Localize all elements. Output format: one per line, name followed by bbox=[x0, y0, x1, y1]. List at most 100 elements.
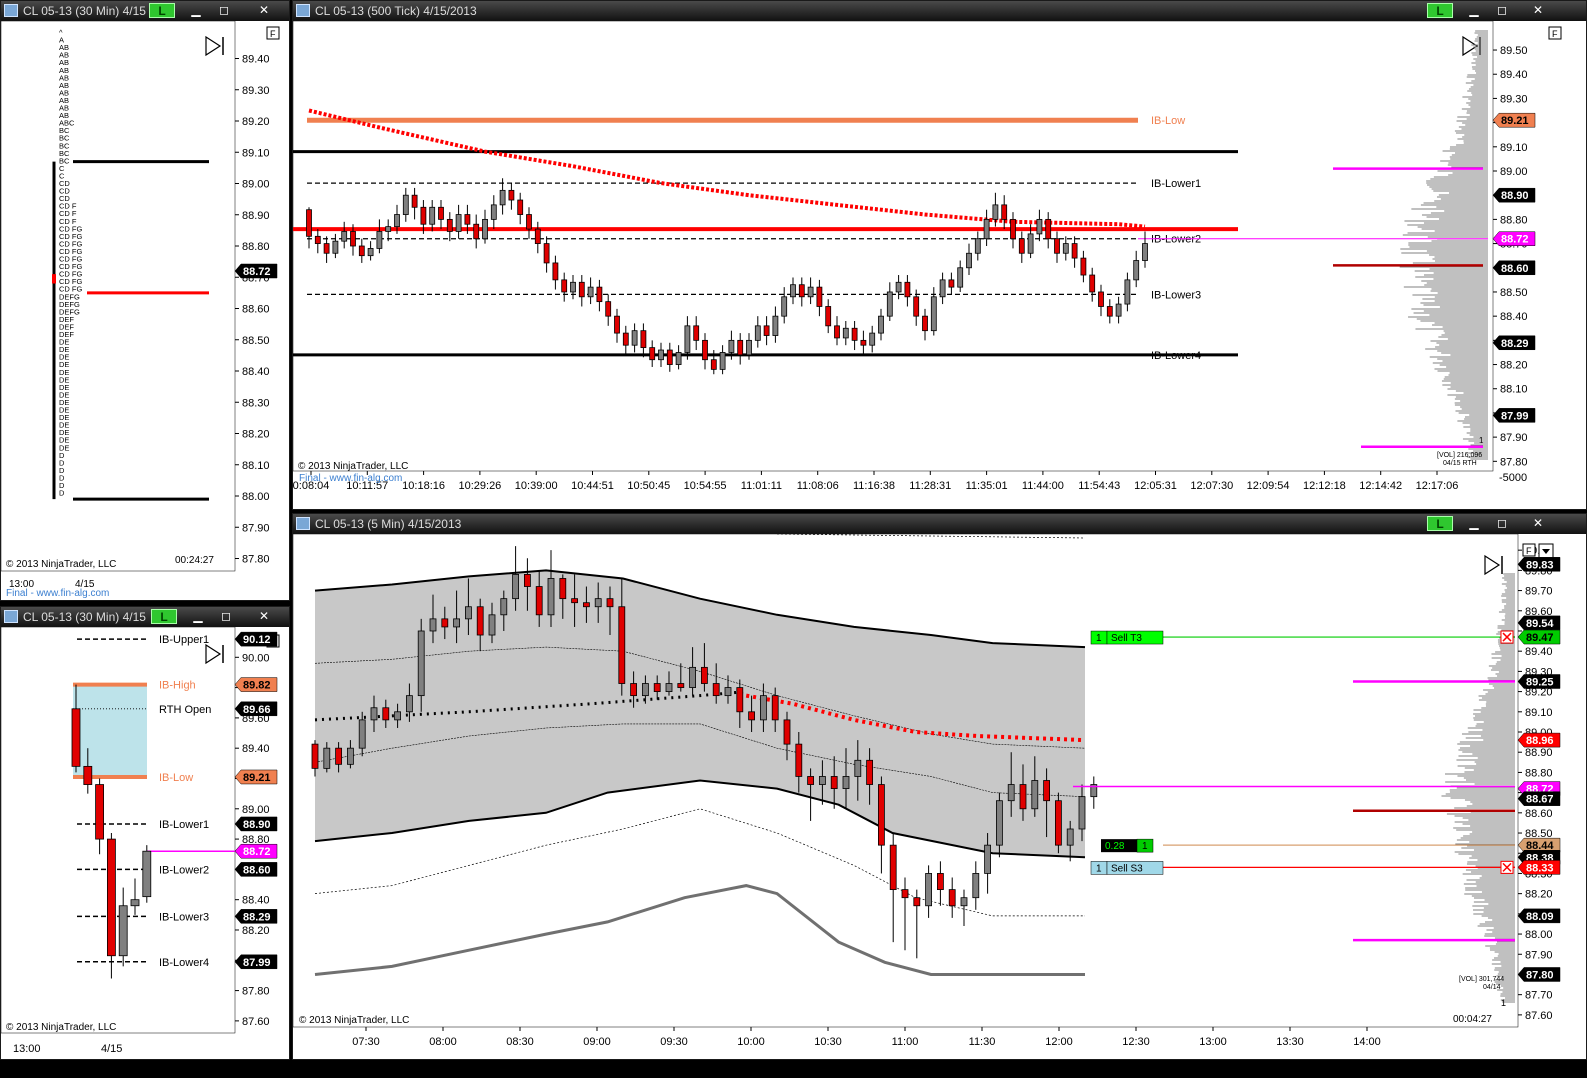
candle bbox=[429, 618, 437, 632]
candle bbox=[582, 602, 590, 608]
window-title: CL 05-13 (30 Min) 4/15 bbox=[23, 610, 146, 624]
small-chart-window: CL 05-13 (30 Min) 4/15 L ▁ ◻ ✕ 90.0089.8… bbox=[0, 606, 290, 1060]
level-label: RTH Open bbox=[159, 704, 211, 716]
candle bbox=[972, 873, 980, 899]
maximize-button[interactable]: ◻ bbox=[213, 609, 239, 624]
x-axis-label: 11:00 bbox=[892, 1036, 919, 1048]
candle bbox=[904, 281, 911, 298]
candle bbox=[547, 578, 555, 616]
five-min-chart[interactable]: 89.9089.8089.7089.6089.5089.4089.3089.20… bbox=[293, 534, 1586, 1059]
plot-area bbox=[1, 21, 236, 572]
volume-count: 1 bbox=[1479, 436, 1484, 445]
y-axis-label: 89.40 bbox=[242, 54, 270, 66]
price-tag-label: 88.90 bbox=[243, 819, 271, 831]
candle bbox=[719, 352, 726, 370]
y-axis-label: 87.90 bbox=[1525, 949, 1553, 961]
minimize-button[interactable]: ▁ bbox=[185, 609, 211, 624]
candle bbox=[992, 204, 999, 220]
link-button[interactable]: L bbox=[1427, 3, 1453, 18]
candle bbox=[464, 214, 471, 225]
candle bbox=[323, 747, 331, 769]
price-tag-label: 88.96 bbox=[1526, 735, 1554, 747]
candle bbox=[622, 332, 629, 346]
candle bbox=[689, 666, 697, 688]
candle bbox=[394, 711, 401, 721]
maximize-button[interactable]: ◻ bbox=[211, 3, 237, 18]
y-axis-label: 89.30 bbox=[1500, 93, 1528, 105]
minimize-button[interactable]: ▁ bbox=[1461, 516, 1487, 531]
level-label: IB-Lower2 bbox=[159, 864, 209, 876]
chart-window-icon bbox=[4, 4, 18, 17]
level-label: IB-Lower4 bbox=[159, 957, 209, 969]
x-axis-label: 10:39:00 bbox=[515, 480, 558, 492]
link-button[interactable]: L bbox=[151, 609, 177, 624]
candle bbox=[1071, 243, 1078, 259]
title-bar[interactable]: CL 05-13 (30 Min) 4/15 L ▁ ◻ ✕ bbox=[1, 607, 289, 627]
candle bbox=[816, 286, 823, 307]
candle bbox=[534, 228, 541, 244]
y-axis-label: 87.90 bbox=[242, 522, 270, 534]
x-axis-label: 4/15 bbox=[101, 1043, 122, 1055]
close-button[interactable]: ✕ bbox=[251, 609, 277, 624]
candle bbox=[347, 747, 354, 765]
candle bbox=[913, 296, 920, 317]
y-axis-label: 87.80 bbox=[242, 986, 270, 998]
candle bbox=[1133, 260, 1140, 281]
candle bbox=[376, 231, 383, 249]
x-axis-label: 11:01:11 bbox=[741, 480, 782, 492]
close-button[interactable]: ✕ bbox=[251, 3, 277, 18]
minimize-button[interactable]: ▁ bbox=[1461, 3, 1487, 18]
x-axis-label: 12:09:54 bbox=[1247, 480, 1290, 492]
candle bbox=[578, 281, 585, 298]
x-axis-label: 10:44:51 bbox=[571, 480, 614, 492]
candle bbox=[781, 296, 788, 317]
link-button[interactable]: L bbox=[149, 3, 175, 18]
candle bbox=[630, 683, 638, 697]
candle bbox=[420, 206, 427, 225]
x-axis-label: 12:07:30 bbox=[1190, 480, 1233, 492]
candle bbox=[1045, 218, 1052, 240]
candle bbox=[614, 315, 620, 334]
candle bbox=[996, 800, 1003, 846]
watermark-label: Final - www.fin-alg.com bbox=[299, 473, 402, 484]
candle bbox=[311, 743, 319, 769]
small-chart[interactable]: 90.0089.8089.6089.4089.2089.0088.8088.60… bbox=[1, 627, 289, 1059]
candle bbox=[737, 339, 744, 356]
level-label: IB-Lower2 bbox=[1151, 234, 1201, 246]
level-label: IB-Lower1 bbox=[159, 819, 209, 831]
candle bbox=[473, 223, 480, 240]
candle bbox=[367, 248, 374, 257]
minimize-button[interactable]: ▁ bbox=[183, 3, 209, 18]
candle bbox=[1019, 784, 1027, 810]
tpo-chart[interactable]: 89.4089.3089.2089.1089.0088.9088.8088.70… bbox=[1, 21, 289, 600]
candle bbox=[1142, 243, 1148, 261]
candle bbox=[1043, 780, 1050, 802]
title-bar[interactable]: CL 05-13 (5 Min) 4/15/2013 L ▁ ◻ ✕ bbox=[293, 514, 1586, 534]
candle bbox=[677, 683, 685, 688]
candle bbox=[901, 889, 909, 899]
candle bbox=[666, 349, 673, 365]
maximize-button[interactable]: ◻ bbox=[1489, 516, 1515, 531]
price-tag-label: 88.90 bbox=[1501, 190, 1529, 202]
x-axis-label: 11:30 bbox=[969, 1036, 996, 1048]
candle bbox=[83, 765, 93, 785]
candle bbox=[790, 284, 796, 298]
y-axis-label: 88.00 bbox=[242, 491, 270, 503]
tick-chart[interactable]: 89.5089.4089.3089.2089.1089.0088.9088.80… bbox=[293, 21, 1586, 509]
copyright-label: © 2013 NinjaTrader, LLC bbox=[298, 461, 408, 472]
title-bar[interactable]: CL 05-13 (500 Tick) 4/15/2013 L ▁ ◻ ✕ bbox=[293, 1, 1586, 21]
candle bbox=[482, 218, 488, 240]
close-button[interactable]: ✕ bbox=[1525, 3, 1551, 18]
maximize-button[interactable]: ◻ bbox=[1489, 3, 1515, 18]
y-axis-label: 89.10 bbox=[242, 147, 270, 159]
candle bbox=[728, 339, 735, 353]
price-tag-label: 87.99 bbox=[1501, 410, 1529, 422]
close-button[interactable]: ✕ bbox=[1525, 516, 1551, 531]
link-button[interactable]: L bbox=[1427, 516, 1453, 531]
candle bbox=[684, 325, 691, 353]
candle bbox=[736, 687, 744, 713]
candle bbox=[596, 286, 603, 303]
candle bbox=[1106, 306, 1113, 317]
candle bbox=[922, 315, 928, 332]
title-bar[interactable]: CL 05-13 (30 Min) 4/15 L ▁ ◻ ✕ bbox=[1, 1, 289, 21]
